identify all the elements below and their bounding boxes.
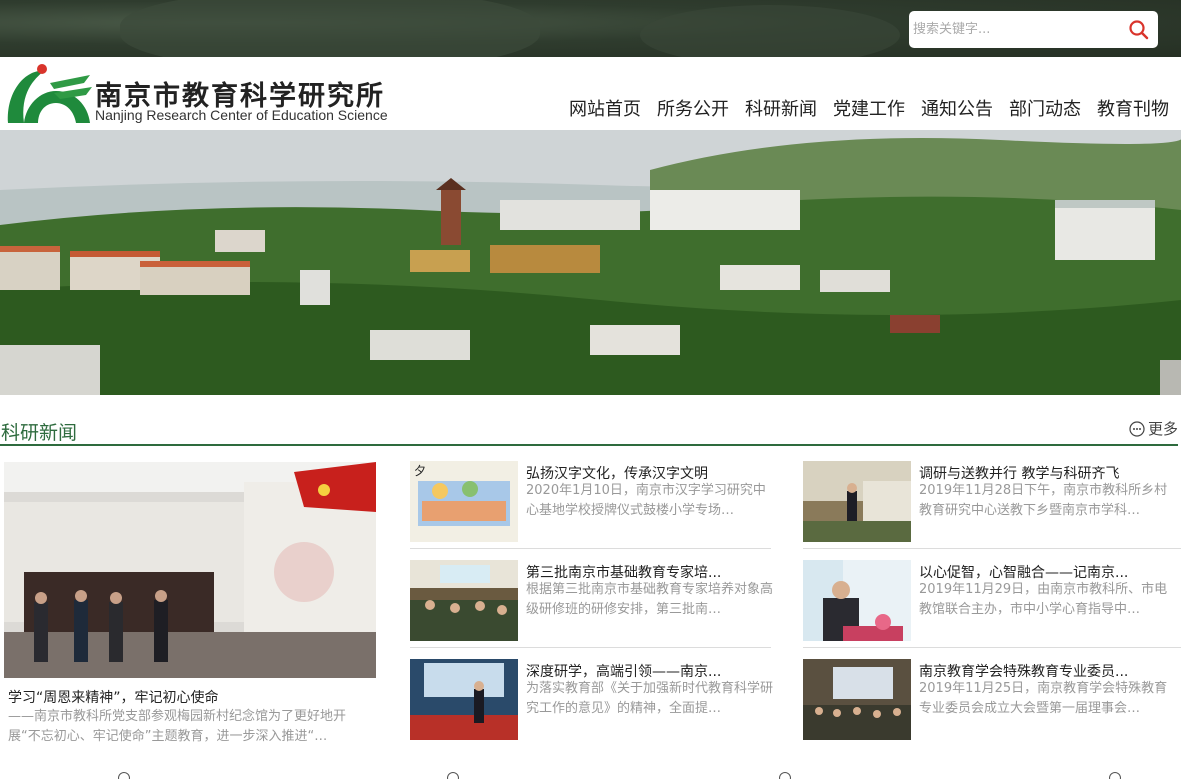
news-thumbnail[interactable]	[803, 659, 911, 740]
next-section-icon	[118, 772, 130, 779]
site-title-en: Nanjing Research Center of Education Sci…	[95, 107, 388, 123]
news-item[interactable]: 夕 弘扬汉字文化，传承汉字文明 2020年1月10日，南京市汉字学习研究中心基地…	[410, 461, 780, 543]
hero-banner	[0, 130, 1181, 395]
more-link[interactable]: 更多	[1129, 418, 1178, 439]
news-item[interactable]: 第三批南京市基础教育专家培... 根据第三批南京市基础教育专家培养对象高级研修班…	[410, 560, 780, 642]
section-title: 科研新闻	[1, 422, 78, 444]
news-thumbnail[interactable]	[803, 461, 911, 542]
nav-party-work[interactable]: 党建工作	[833, 95, 905, 121]
svg-text:夕: 夕	[414, 464, 426, 478]
institute-logo-icon[interactable]	[4, 61, 94, 127]
news-desc: 为落实教育部《关于加强新时代教育科学研究工作的意见》的精神，全面提…	[526, 681, 774, 716]
news-divider	[803, 548, 1181, 549]
news-item[interactable]: 以心促智，心智融合——记南京... 2019年11月29日，由南京市教科所、市电…	[803, 560, 1173, 642]
world-map-decoration-2	[640, 5, 900, 57]
search-box	[909, 11, 1158, 48]
next-section-icon	[1109, 772, 1121, 779]
featured-news-title[interactable]: 学习“周恩来精神”，牢记初心使命	[8, 687, 219, 707]
news-item[interactable]: 南京教育学会特殊教育专业委员... 2019年11月25日，南京教育学会特殊教育…	[803, 659, 1173, 741]
news-desc: 2020年1月10日，南京市汉字学习研究中心基地学校授牌仪式鼓楼小学专场…	[526, 483, 766, 518]
city-landscape-image	[0, 130, 1181, 395]
nav-home[interactable]: 网站首页	[569, 95, 641, 121]
news-desc: 2019年11月28日下午，南京市教科所乡村教育研究中心送教下乡暨南京市学科…	[919, 483, 1168, 518]
news-title[interactable]: 弘扬汉字文化，传承汉字文明	[526, 463, 776, 483]
news-divider	[803, 647, 1181, 648]
news-item[interactable]: 深度研学，高端引领——南京... 为落实教育部《关于加强新时代教育科学研究工作的…	[410, 659, 780, 741]
news-thumbnail[interactable]	[803, 560, 911, 641]
news-desc: 2019年11月29日，由南京市教科所、市电教馆联合主办，市中小学心育指导中…	[919, 582, 1168, 617]
more-label: 更多	[1147, 420, 1178, 438]
news-title[interactable]: 以心促智，心智融合——记南京...	[919, 562, 1169, 582]
news-title[interactable]: 调研与送教并行 教学与科研齐飞	[919, 463, 1169, 483]
world-map-decoration	[120, 0, 540, 57]
news-title[interactable]: 南京教育学会特殊教育专业委员...	[919, 661, 1169, 681]
news-divider	[410, 647, 771, 648]
section-divider	[0, 444, 1178, 446]
featured-news-image[interactable]	[4, 462, 376, 678]
search-input[interactable]	[913, 11, 1118, 48]
nav-notices[interactable]: 通知公告	[921, 95, 993, 121]
news-title[interactable]: 第三批南京市基础教育专家培...	[526, 562, 776, 582]
news-item[interactable]: 调研与送教并行 教学与科研齐飞 2019年11月28日下午，南京市教科所乡村教育…	[803, 461, 1173, 543]
nav-publications[interactable]: 教育刊物	[1097, 95, 1169, 121]
news-title[interactable]: 深度研学，高端引领——南京...	[526, 661, 776, 681]
site-header: 南京市教育科学研究所 Nanjing Research Center of Ed…	[0, 57, 1181, 130]
more-circle-icon	[1129, 420, 1145, 437]
news-thumbnail[interactable]: 夕	[410, 461, 518, 542]
news-thumbnail[interactable]	[410, 659, 518, 740]
main-nav: 网站首页 所务公开 科研新闻 党建工作 通知公告 部门动态 教育刊物	[553, 95, 1169, 121]
top-bar	[0, 0, 1181, 57]
search-icon[interactable]	[1128, 19, 1150, 41]
nav-research-news[interactable]: 科研新闻	[745, 95, 817, 121]
next-section-icon	[779, 772, 791, 779]
news-desc: 2019年11月25日，南京教育学会特殊教育专业委员会成立大会暨第一届理事会…	[919, 681, 1168, 716]
featured-news-desc: ——南京市教科所党支部参观梅园新村纪念馆为了更好地开展“不忘初心、牢记使命”主题…	[8, 709, 347, 744]
nav-public-affairs[interactable]: 所务公开	[657, 95, 729, 121]
news-divider	[410, 548, 771, 549]
nav-department-news[interactable]: 部门动态	[1009, 95, 1081, 121]
next-section-icon	[447, 772, 459, 779]
news-thumbnail[interactable]	[410, 560, 518, 641]
news-desc: 根据第三批南京市基础教育专家培养对象高级研修班的研修安排，第三批南…	[526, 582, 774, 617]
